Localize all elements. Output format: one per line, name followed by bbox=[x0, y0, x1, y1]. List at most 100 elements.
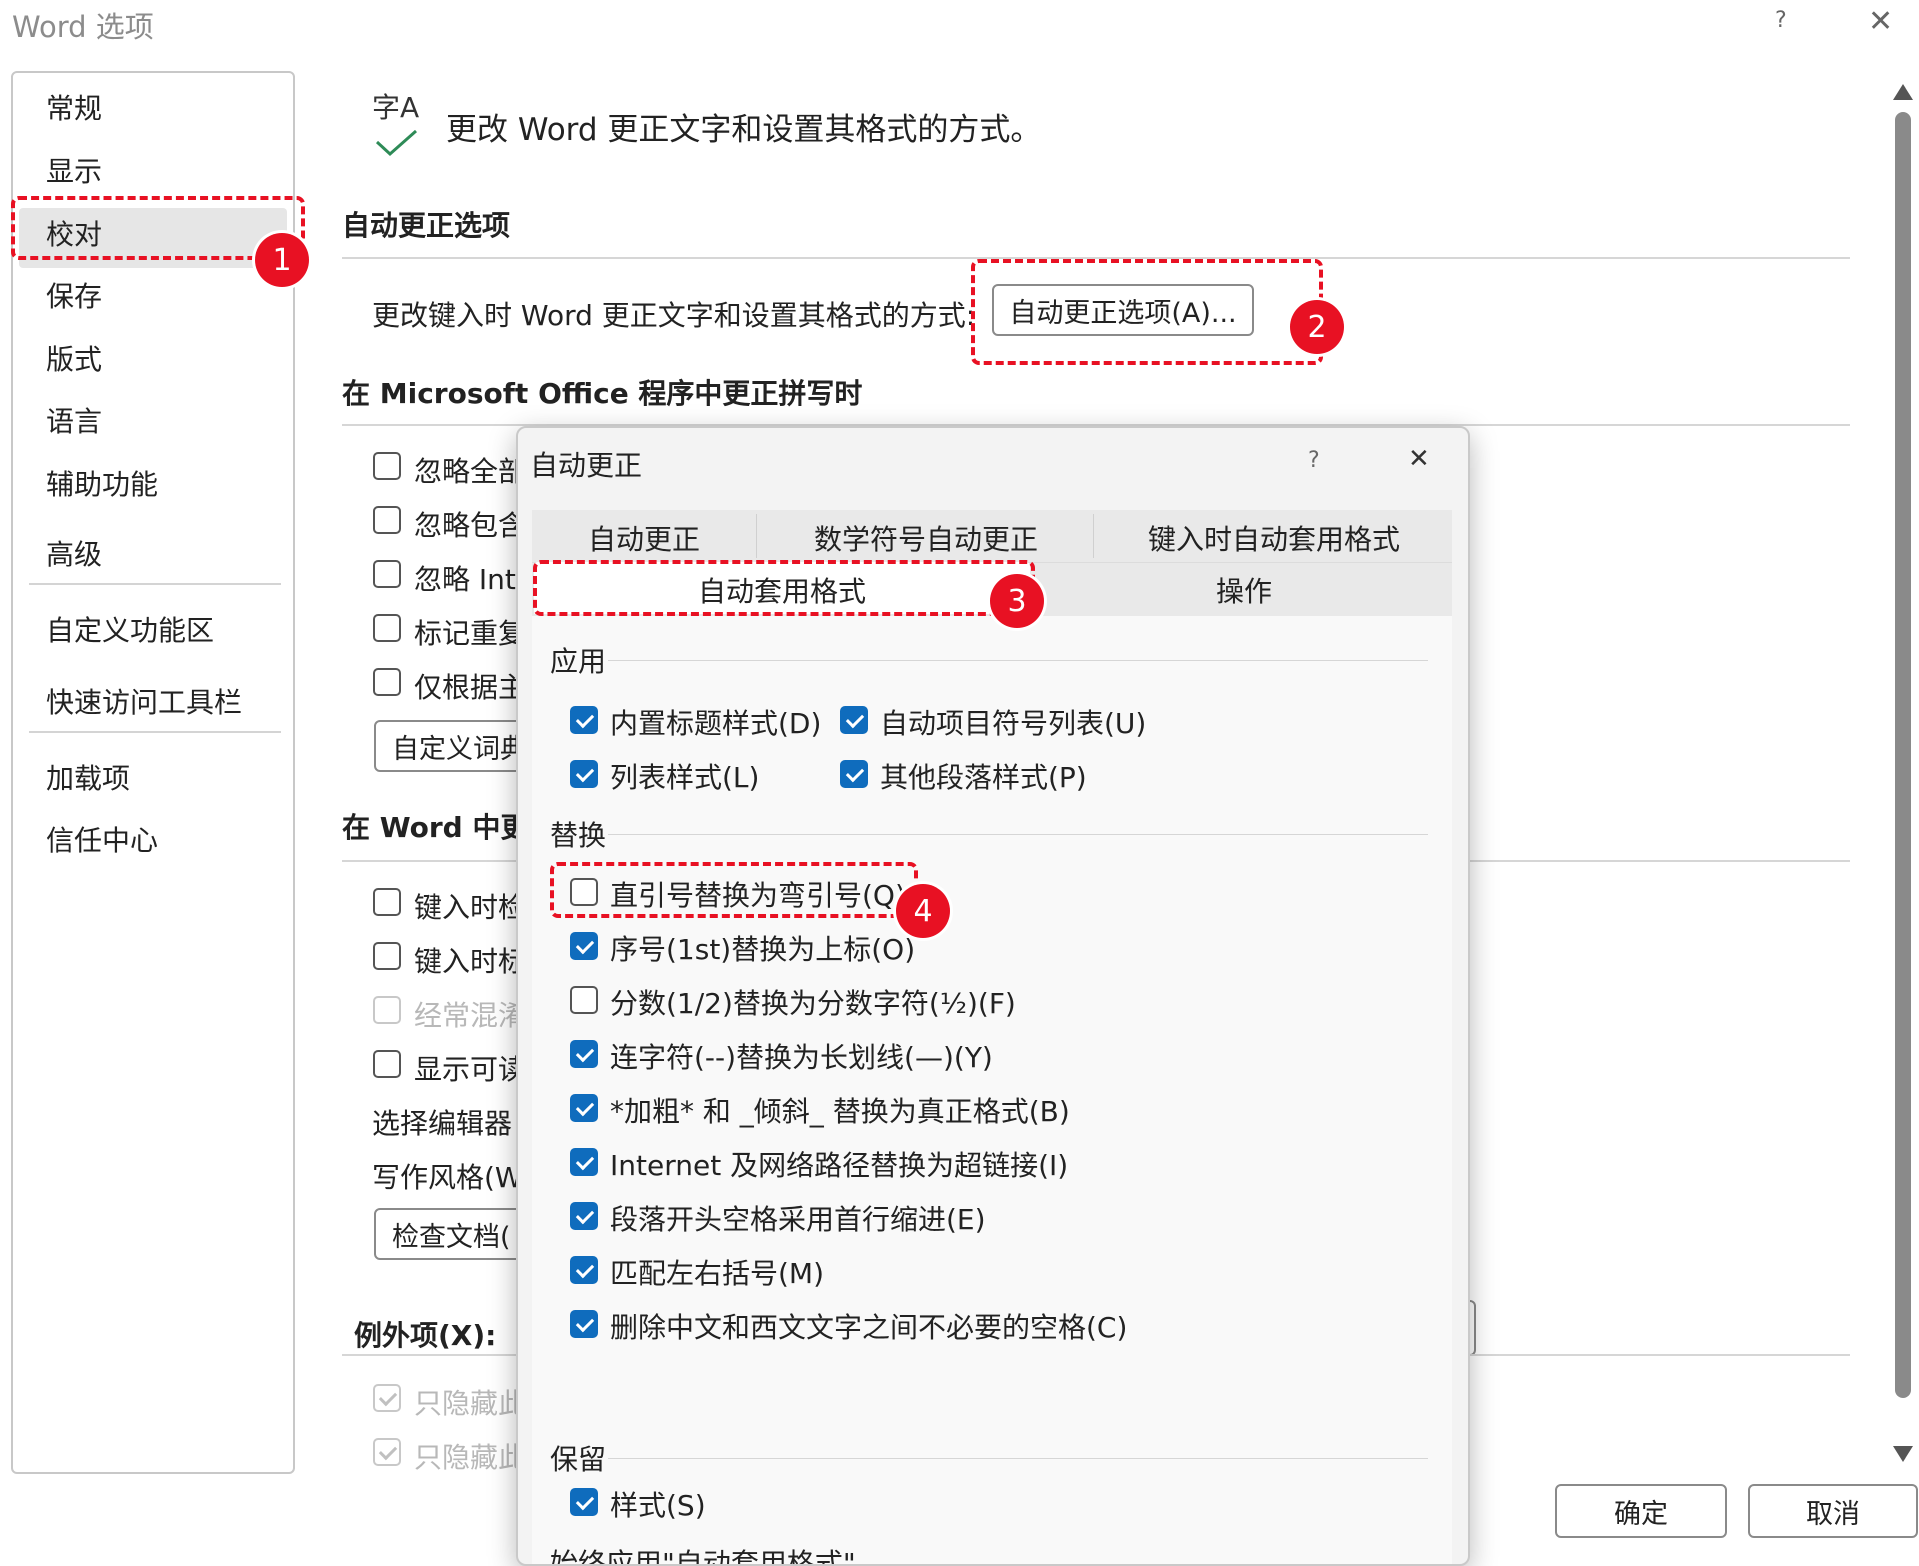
sidebar-item-language[interactable]: 语言 bbox=[46, 400, 102, 440]
option-label: 键入时检 bbox=[414, 891, 527, 924]
option-label: 删除中文和西文文字之间不必要的空格(C) bbox=[610, 1311, 1128, 1344]
group-divider bbox=[608, 660, 1428, 661]
option-label: 段落开头空格采用首行缩进(E) bbox=[610, 1203, 986, 1236]
option-label: 其他段落样式(P) bbox=[880, 761, 1087, 794]
window-title: Word 选项 bbox=[12, 10, 154, 44]
hide-grammar-errors-checkbox bbox=[373, 1438, 401, 1466]
tab-divider bbox=[756, 514, 757, 558]
help-icon[interactable]: ? bbox=[1775, 8, 1787, 33]
sidebar-item-layout[interactable]: 版式 bbox=[46, 338, 102, 378]
sidebar-item-display[interactable]: 显示 bbox=[46, 150, 102, 190]
group-title-keep: 保留 bbox=[550, 1443, 607, 1476]
internet-hyperlinks-checkbox[interactable] bbox=[570, 1148, 598, 1176]
sidebar-item-accessibility[interactable]: 辅助功能 bbox=[46, 463, 158, 503]
scroll-up-arrow-icon[interactable] bbox=[1893, 84, 1913, 100]
section-title-office-spelling: 在 Microsoft Office 程序中更正拼写时 bbox=[342, 377, 863, 410]
sidebar-divider bbox=[29, 731, 281, 733]
tab-autoformat-as-you-type[interactable]: 键入时自动套用格式 bbox=[1148, 518, 1400, 558]
option-label: 内置标题样式(D) bbox=[610, 707, 822, 740]
sidebar-item-advanced[interactable]: 高级 bbox=[46, 533, 102, 573]
annotation-badge-4: 4 bbox=[896, 884, 950, 938]
annotation-badge-1: 1 bbox=[255, 233, 309, 287]
group-title-apply: 应用 bbox=[550, 645, 607, 678]
flag-repeated-checkbox[interactable] bbox=[373, 614, 401, 642]
option-label: 分数(1/2)替换为分数字符(½)(F) bbox=[610, 987, 1016, 1020]
check-icon bbox=[375, 129, 417, 157]
sidebar-divider bbox=[29, 583, 281, 585]
other-paragraph-styles-checkbox[interactable] bbox=[840, 760, 868, 788]
group-title-replace: 替换 bbox=[550, 819, 607, 852]
custom-dictionaries-button[interactable]: 自定义词典 bbox=[374, 720, 534, 772]
annotation-badge-2: 2 bbox=[1290, 300, 1344, 354]
annotation-box-3 bbox=[533, 560, 1035, 616]
option-label: 忽略全部 bbox=[414, 455, 527, 488]
mark-grammar-as-type-checkbox[interactable] bbox=[373, 942, 401, 970]
ignore-uppercase-checkbox[interactable] bbox=[373, 452, 401, 480]
editor-label: 选择编辑器 bbox=[372, 1107, 513, 1140]
sidebar-item-save[interactable]: 保存 bbox=[46, 275, 102, 315]
scrollbar-thumb[interactable] bbox=[1895, 112, 1911, 1398]
option-label: 样式(S) bbox=[610, 1489, 706, 1522]
main-dictionary-only-checkbox[interactable] bbox=[373, 668, 401, 696]
auto-bulleted-lists-checkbox[interactable] bbox=[840, 706, 868, 734]
tab-autocorrect[interactable]: 自动更正 bbox=[588, 518, 700, 558]
option-label: 匹配左右括号(M) bbox=[610, 1257, 825, 1290]
fractions-checkbox[interactable] bbox=[570, 986, 598, 1014]
dialog-help-icon[interactable]: ? bbox=[1308, 448, 1320, 473]
option-label: 列表样式(L) bbox=[610, 761, 760, 794]
ignore-numbers-checkbox[interactable] bbox=[373, 506, 401, 534]
ordinals-superscript-checkbox[interactable] bbox=[570, 932, 598, 960]
match-parentheses-checkbox[interactable] bbox=[570, 1256, 598, 1284]
writing-style-label: 写作风格(W bbox=[372, 1161, 523, 1194]
section-title-autocorrect: 自动更正选项 bbox=[342, 209, 511, 242]
sidebar-nav: 常规 显示 校对 保存 版式 语言 辅助功能 高级 自定义功能区 快速访问工具栏… bbox=[11, 71, 295, 1474]
group-divider bbox=[608, 834, 1428, 835]
list-styles-checkbox[interactable] bbox=[570, 760, 598, 788]
remove-extra-spaces-checkbox[interactable] bbox=[570, 1310, 598, 1338]
sidebar-item-addins[interactable]: 加载项 bbox=[46, 757, 130, 797]
option-label: 标记重复 bbox=[414, 617, 527, 650]
dialog-title: 自动更正 bbox=[530, 449, 643, 482]
hide-spelling-errors-checkbox bbox=[373, 1384, 401, 1412]
option-label: 只隐藏此 bbox=[414, 1387, 527, 1420]
option-label: 显示可读 bbox=[414, 1053, 527, 1086]
page-header: 更改 Word 更正文字和设置其格式的方式。 bbox=[446, 112, 1042, 148]
dialog-close-icon[interactable]: ✕ bbox=[1408, 444, 1430, 474]
tab-math-autocorrect[interactable]: 数学符号自动更正 bbox=[814, 518, 1038, 558]
first-line-indent-checkbox[interactable] bbox=[570, 1202, 598, 1230]
cancel-button[interactable]: 取消 bbox=[1748, 1484, 1918, 1538]
option-label: 自动项目符号列表(U) bbox=[880, 707, 1147, 740]
group-divider bbox=[608, 1458, 1428, 1459]
check-document-button[interactable]: 检查文档( bbox=[374, 1208, 524, 1260]
section-title-word-spelling: 在 Word 中更 bbox=[342, 811, 529, 844]
option-label: 忽略 Int bbox=[414, 563, 516, 596]
option-label: 序号(1st)替换为上标(O) bbox=[610, 933, 916, 966]
sidebar-item-general[interactable]: 常规 bbox=[46, 87, 102, 127]
header-icon-text: 字A bbox=[372, 91, 420, 124]
tab-divider bbox=[1093, 514, 1094, 558]
builtin-heading-styles-checkbox[interactable] bbox=[570, 706, 598, 734]
scroll-down-arrow-icon[interactable] bbox=[1893, 1446, 1913, 1462]
annotation-badge-3: 3 bbox=[990, 574, 1044, 628]
sidebar-item-trust-center[interactable]: 信任中心 bbox=[46, 819, 158, 859]
sidebar-item-quick-access-toolbar[interactable]: 快速访问工具栏 bbox=[46, 681, 242, 721]
option-label: *加粗* 和 _倾斜_ 替换为真正格式(B) bbox=[610, 1095, 1070, 1128]
option-label: Internet 及网络路径替换为超链接(I) bbox=[610, 1149, 1069, 1182]
hyphens-to-dash-checkbox[interactable] bbox=[570, 1040, 598, 1068]
option-label: 经常混淆 bbox=[414, 999, 527, 1032]
option-label: 键入时标 bbox=[414, 945, 527, 978]
annotation-box-2 bbox=[971, 259, 1323, 365]
tab-actions[interactable]: 操作 bbox=[1216, 570, 1272, 610]
bold-italic-formatting-checkbox[interactable] bbox=[570, 1094, 598, 1122]
close-icon[interactable]: ✕ bbox=[1868, 4, 1893, 39]
preserve-styles-checkbox[interactable] bbox=[570, 1488, 598, 1516]
check-spelling-as-type-checkbox[interactable] bbox=[373, 888, 401, 916]
exceptions-title: 例外项(X): bbox=[354, 1319, 497, 1352]
ok-button[interactable]: 确定 bbox=[1555, 1484, 1727, 1538]
confused-words-checkbox bbox=[373, 996, 401, 1024]
sidebar-item-customize-ribbon[interactable]: 自定义功能区 bbox=[46, 609, 214, 649]
option-label: 忽略包含 bbox=[414, 509, 527, 542]
readability-stats-checkbox[interactable] bbox=[373, 1050, 401, 1078]
ignore-internet-checkbox[interactable] bbox=[373, 560, 401, 588]
annotation-box-4 bbox=[550, 862, 918, 918]
